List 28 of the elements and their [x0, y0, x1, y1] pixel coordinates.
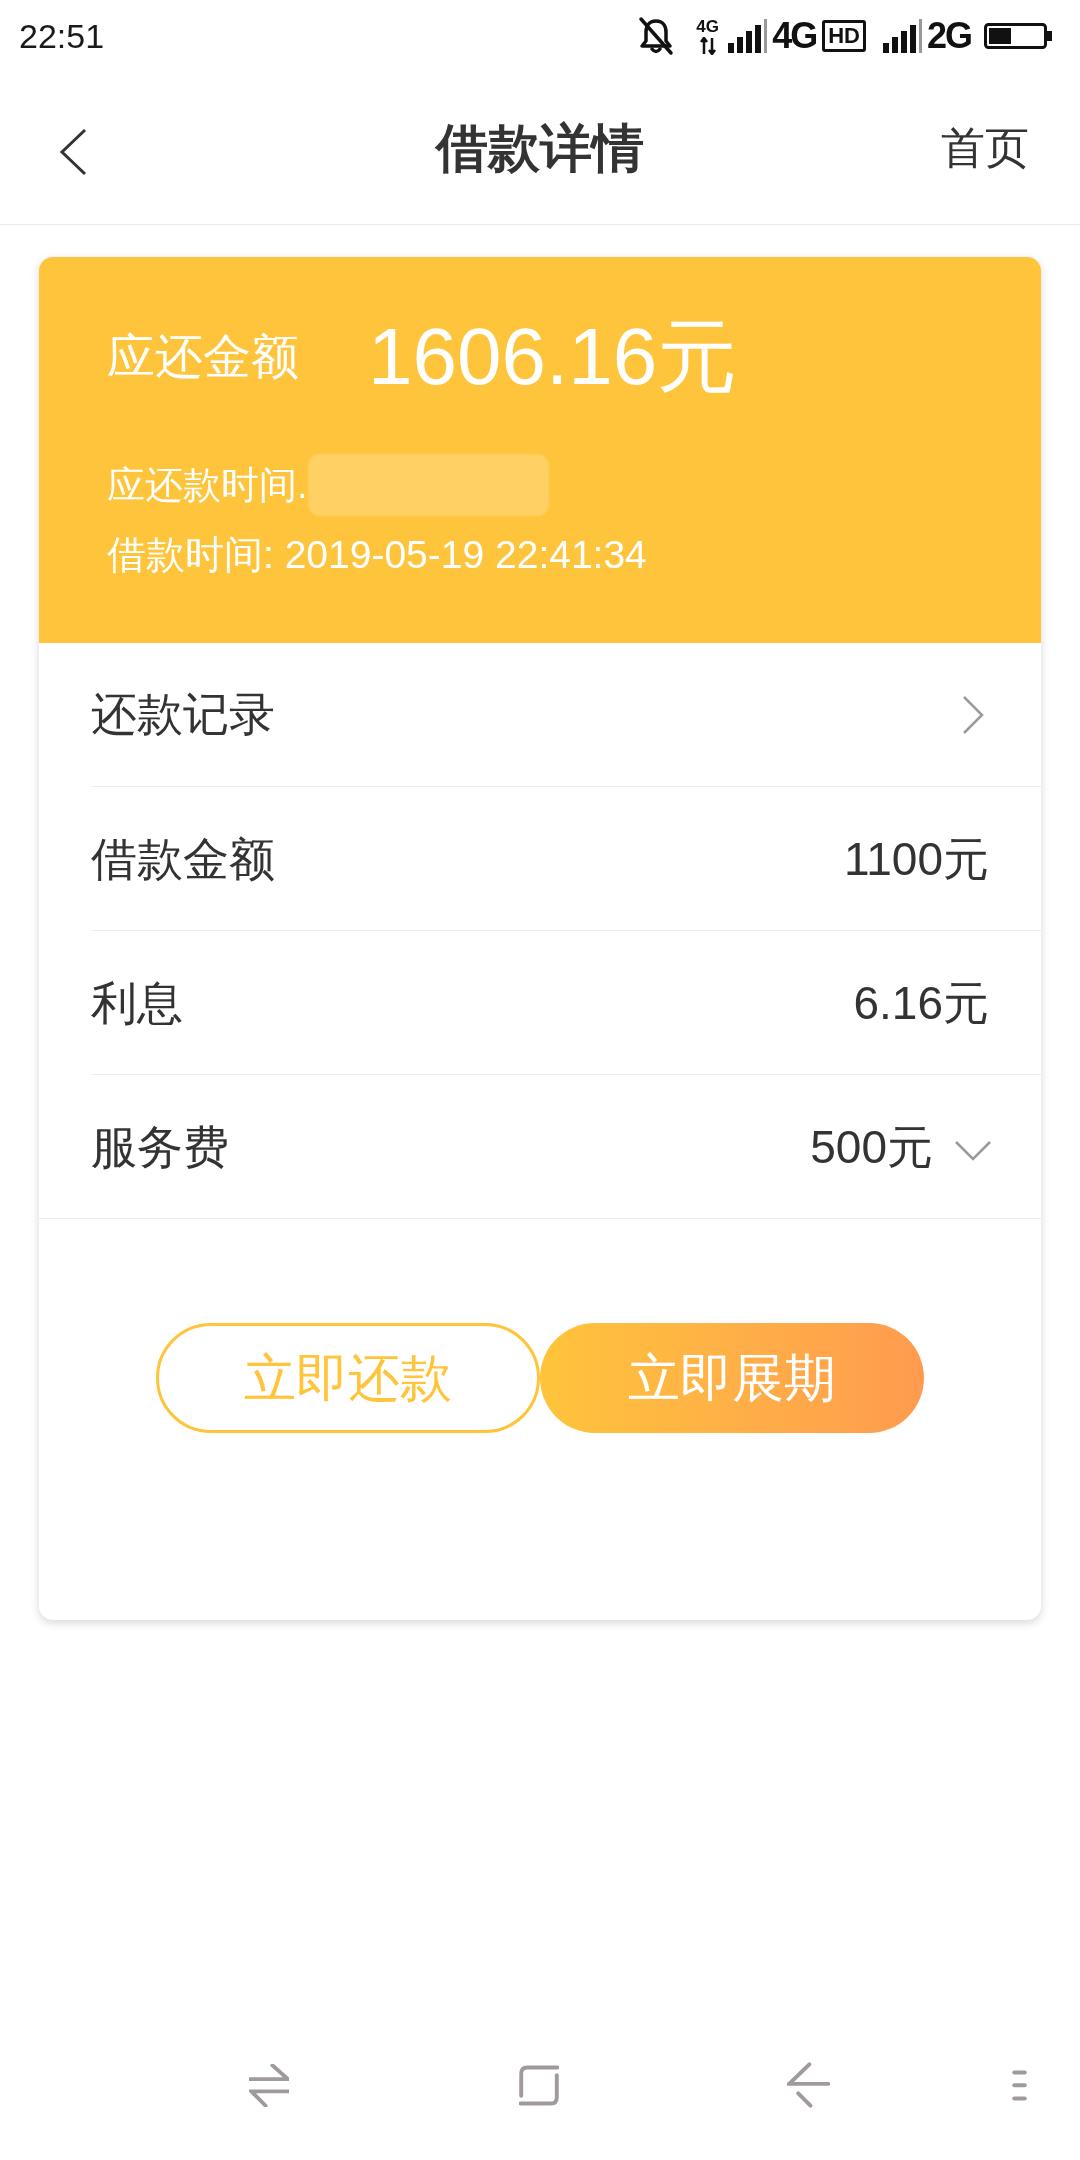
loan-time: 借款时间: 2019-05-19 22:41:34: [107, 532, 647, 578]
list-item[interactable]: 还款记录: [91, 643, 1041, 787]
battery-icon: [984, 23, 1052, 49]
chevron-down-icon[interactable]: [954, 1139, 992, 1162]
menu-icon[interactable]: [1012, 2069, 1027, 2101]
row-value: 1100元: [844, 835, 989, 882]
page-title: 借款详情: [436, 122, 644, 174]
row-label: 利息: [91, 979, 183, 1026]
due-time-label: 应还款时间.: [107, 466, 308, 504]
chevron-right-icon: [962, 694, 985, 735]
row-label: 借款金额: [91, 835, 275, 882]
hd-indicator: HD: [822, 20, 866, 52]
row-value: 500元: [810, 1123, 933, 1170]
square-icon[interactable]: [519, 2064, 559, 2106]
network-type-label: 4G: [696, 17, 719, 35]
home-link[interactable]: 首页: [941, 126, 1029, 170]
amount-label: 应还金额: [107, 333, 299, 381]
signal-icon: [882, 19, 923, 53]
data-arrows-icon: [699, 36, 716, 55]
row-label: 服务费: [91, 1123, 229, 1170]
status-time: 22:51: [19, 19, 105, 53]
row-value: 6.16元: [853, 979, 989, 1026]
back-icon[interactable]: [58, 128, 88, 176]
network-label: 4G: [772, 18, 817, 54]
amount-due: 1606.16元: [368, 317, 738, 397]
bell-off-icon: [637, 16, 676, 56]
signal-icon: [728, 19, 769, 53]
network-label: 2G: [926, 18, 971, 54]
